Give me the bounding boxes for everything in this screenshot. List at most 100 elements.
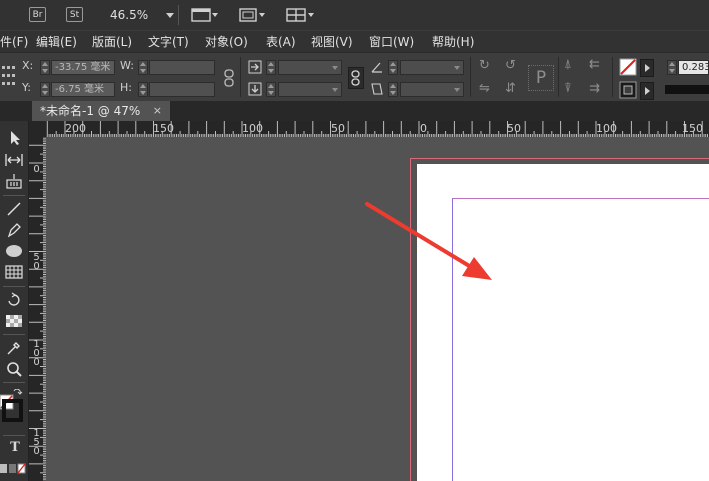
zoom-tool-icon[interactable] — [6, 361, 22, 377]
scale-x-dropdown[interactable] — [278, 60, 342, 75]
x-position-input[interactable]: -33.75 毫米 — [51, 60, 115, 75]
shear-angle-dropdown[interactable] — [400, 82, 464, 97]
menu-table[interactable]: 表(A) — [266, 33, 296, 50]
screen-mode-button[interactable] — [238, 7, 268, 23]
ellipse-tool-icon[interactable] — [5, 243, 23, 259]
control-panel: X: -33.75 毫米 W: Y: -6.75 毫米 H: ↻ ↺ ⇋ ⇵ P… — [0, 52, 709, 102]
y-label: Y: — [22, 81, 31, 94]
panel-divider — [558, 57, 559, 97]
chain-link-icon — [351, 70, 360, 86]
ruler-label: 100 — [242, 122, 263, 135]
flip-horizontal-icon[interactable]: ⇋ — [479, 82, 490, 96]
scale-y-stepper[interactable] — [266, 82, 276, 97]
y-stepper[interactable] — [40, 82, 50, 97]
panel-divider — [240, 57, 241, 97]
tools-divider — [3, 334, 25, 335]
selection-tool-icon[interactable] — [9, 130, 21, 146]
stroke-type-dropdown[interactable] — [665, 85, 709, 94]
menu-bar: 件(F) 编辑(E) 版面(L) 文字(T) 对象(O) 表(A) 视图(V) … — [0, 30, 709, 52]
tools-divider — [3, 435, 25, 436]
scale-x-icon — [248, 60, 262, 74]
rotate-cw-icon[interactable]: ↻ — [479, 59, 490, 73]
height-stepper[interactable] — [138, 82, 148, 97]
menu-file[interactable]: 件(F) — [0, 33, 28, 50]
apply-color-none-icon[interactable] — [0, 462, 26, 476]
flip-vertical-icon[interactable]: ⇵ — [505, 82, 516, 96]
ruler-label: 200 — [65, 122, 86, 135]
width-label: W: — [120, 59, 134, 72]
arrange-documents-button[interactable] — [286, 7, 316, 23]
width-stepper[interactable] — [138, 60, 148, 75]
ruler-label-vertical: 50 — [33, 252, 40, 272]
menu-object[interactable]: 对象(O) — [205, 33, 248, 50]
stroke-dropdown-button[interactable] — [640, 82, 654, 100]
document-tab-bar: *未命名-1 @ 47% × — [0, 101, 709, 121]
document-tab[interactable]: *未命名-1 @ 47% × — [32, 101, 170, 121]
horizontal-ruler[interactable]: 200 150 100 50 0 50 100 150 — [46, 121, 709, 137]
close-icon[interactable]: × — [153, 101, 162, 121]
reference-p-icon: P — [528, 65, 554, 91]
rotate-ccw-icon[interactable]: ↺ — [505, 59, 516, 73]
fill-none-swatch-icon[interactable] — [619, 58, 637, 76]
menu-type[interactable]: 文字(T) — [148, 33, 189, 50]
eyedropper-tool-icon[interactable] — [6, 340, 22, 356]
vertical-ruler[interactable]: 0 50 100 150 — [29, 137, 46, 481]
red-arrow-annotation — [365, 202, 492, 280]
menu-view[interactable]: 视图(V) — [311, 33, 353, 50]
shear-angle-icon — [371, 83, 383, 95]
panel-divider — [470, 57, 471, 97]
x-stepper[interactable] — [40, 60, 50, 75]
tools-divider — [3, 382, 25, 383]
gradient-swatch-tool-icon[interactable] — [5, 314, 23, 328]
stock-button[interactable]: St — [66, 7, 83, 22]
height-label: H: — [120, 81, 132, 94]
y-position-input[interactable]: -6.75 毫米 — [51, 82, 115, 97]
ruler-label: 150 — [153, 122, 174, 135]
ruler-label: 0 — [420, 122, 427, 135]
content-collector-tool-icon[interactable] — [6, 173, 22, 189]
gap-tool-icon[interactable] — [4, 153, 24, 167]
ruler-label: 50 — [507, 122, 521, 135]
table-grid-tool-icon[interactable] — [5, 265, 23, 279]
application-bar: Br St 46.5% — [0, 0, 709, 30]
reference-point-icon[interactable] — [1, 64, 16, 88]
pen-tool-icon[interactable] — [6, 222, 22, 238]
fill-dropdown-button[interactable] — [640, 59, 654, 77]
ruler-label-vertical: 0 — [33, 164, 40, 175]
stroke-weight-input[interactable]: 0.283 — [678, 60, 709, 75]
stroke-swatch-icon[interactable] — [619, 81, 637, 99]
triangle-right-icon — [645, 87, 650, 95]
view-options-button[interactable] — [191, 7, 219, 23]
scale-y-dropdown[interactable] — [278, 82, 342, 97]
document-canvas[interactable] — [46, 137, 709, 481]
zoom-level-dropdown[interactable]: 46.5% — [110, 8, 174, 22]
height-input[interactable] — [149, 82, 215, 97]
rotate-tool-icon[interactable] — [6, 292, 22, 308]
text-formatting-icon[interactable]: T — [6, 439, 24, 457]
scale-x-stepper[interactable] — [266, 60, 276, 75]
chain-link-icon[interactable] — [222, 69, 236, 87]
constrain-scale-button[interactable] — [348, 67, 364, 89]
select-content-icon[interactable]: ⍒ — [564, 82, 572, 96]
menu-window[interactable]: 窗口(W) — [369, 33, 414, 50]
width-input[interactable] — [149, 60, 215, 75]
line-tool-icon[interactable] — [6, 201, 22, 217]
select-next-icon[interactable]: ⇉ — [589, 82, 600, 96]
menu-layout[interactable]: 版面(L) — [92, 33, 132, 50]
select-container-icon[interactable]: ⍋ — [564, 58, 572, 72]
zoom-level-value: 46.5% — [110, 8, 149, 22]
stroke-weight-stepper[interactable] — [667, 60, 677, 75]
shear-stepper[interactable] — [388, 82, 398, 97]
fill-stroke-swatches-icon[interactable] — [0, 389, 26, 423]
scale-y-icon — [248, 82, 262, 96]
view-options-icon — [191, 8, 218, 22]
select-previous-icon[interactable]: ⇇ — [589, 58, 600, 72]
rotate-angle-dropdown[interactable] — [400, 60, 464, 75]
arrange-documents-icon — [286, 8, 314, 22]
menu-edit[interactable]: 编辑(E) — [36, 33, 77, 50]
rotate-angle-icon — [371, 62, 382, 73]
menu-help[interactable]: 帮助(H) — [432, 33, 474, 50]
rotate-stepper[interactable] — [388, 60, 398, 75]
bridge-button[interactable]: Br — [29, 7, 46, 22]
ruler-origin-corner[interactable] — [29, 121, 46, 137]
